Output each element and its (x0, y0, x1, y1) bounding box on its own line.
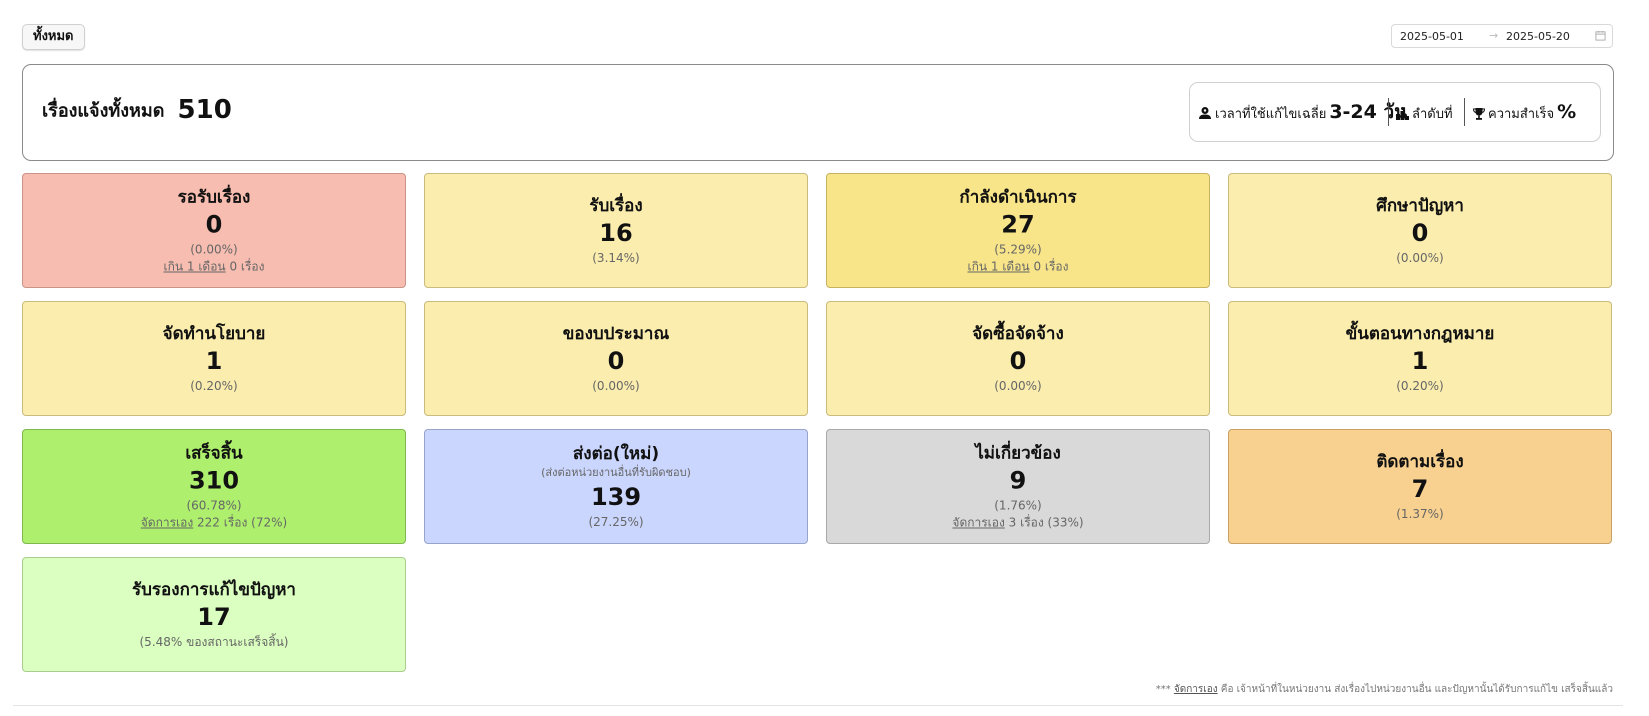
date-to-input[interactable]: 2025-05-20 (1506, 30, 1570, 43)
arrow-right-icon: → (1489, 29, 1499, 42)
overdue-link[interactable]: เกิน 1 เดือน (163, 259, 225, 273)
total-value: 510 (177, 95, 232, 125)
self-handled-count: 3 เรื่อง (33%) (1004, 515, 1084, 529)
card-percent: (5.48% ของสถานะเสร็จสิ้น) (139, 634, 289, 649)
card-value: 27 (1001, 210, 1035, 238)
card-value: 17 (197, 602, 231, 631)
card-title: กำลังดำเนินการ (959, 187, 1077, 207)
status-card-procurement[interactable]: จัดซื้อจัดจ้าง 0 (0.00%) (826, 301, 1210, 416)
avg-time-label: เวลาที่ใช้แก้ไขเฉลี่ย (1215, 107, 1327, 122)
success-stat: ความสำเร็จ% (1472, 101, 1577, 125)
card-percent: (3.14%) (592, 250, 640, 265)
filter-bar: ทั้งหมด 2025-05-01 → 2025-05-20 (22, 24, 1613, 50)
footnote-prefix: *** (1155, 684, 1174, 695)
status-card-follow-up[interactable]: ติดตามเรื่อง 7 (1.37%) (1228, 429, 1612, 544)
card-value: 16 (599, 218, 633, 247)
self-handled-link[interactable]: จัดการเอง (141, 515, 193, 529)
card-percent: (5.29%) (994, 242, 1042, 256)
total-complaints: เรื่องแจ้งทั้งหมด 510 (42, 95, 232, 125)
card-title: รอรับเรื่อง (177, 187, 251, 207)
summary-panel: เรื่องแจ้งทั้งหมด 510 เวลาที่ใช้แก้ไขเฉล… (22, 64, 1614, 161)
total-label: เรื่องแจ้งทั้งหมด (42, 100, 165, 122)
overdue-count: 0 เรื่อง (1029, 259, 1069, 273)
success-label: ความสำเร็จ (1488, 107, 1555, 122)
card-title: รับรองการแก้ไขปัญหา (132, 579, 296, 600)
status-card-completed[interactable]: เสร็จสิ้น 310 (60.78%) จัดการเอง 222 เรื… (22, 429, 406, 544)
status-card-study[interactable]: ศึกษาปัญหา 0 (0.00%) (1228, 173, 1612, 288)
card-value: 0 (1009, 346, 1027, 375)
card-value: 0 (205, 210, 223, 238)
card-percent: (27.25%) (588, 514, 644, 529)
card-title: รับเรื่อง (589, 195, 643, 216)
self-handled-count: 222 เรื่อง (72%) (193, 515, 288, 529)
rank-label: ลำดับที่ (1412, 107, 1453, 122)
self-handled-link[interactable]: จัดการเอง (952, 515, 1004, 529)
success-value: % (1557, 101, 1577, 123)
card-title: ของบประมาณ (562, 323, 670, 344)
card-title: จัดซื้อจัดจ้าง (972, 323, 1064, 344)
card-subtitle: (ส่งต่อหน่วยงานอื่นที่รับผิดชอบ) (541, 465, 691, 479)
card-value: 9 (1009, 466, 1027, 494)
card-title: ศึกษาปัญหา (1376, 195, 1464, 216)
status-card-budget[interactable]: ของบประมาณ 0 (0.00%) (424, 301, 808, 416)
card-title: จัดทำนโยบาย (162, 323, 266, 344)
status-card-certified[interactable]: รับรองการแก้ไขปัญหา 17 (5.48% ของสถานะเส… (22, 557, 406, 672)
card-extra: จัดการเอง 3 เรื่อง (33%) (827, 514, 1209, 531)
card-value: 1 (205, 346, 223, 375)
calendar-icon (1595, 30, 1606, 41)
status-card-waiting[interactable]: รอรับเรื่อง 0 (0.00%) เกิน 1 เดือน 0 เรื… (22, 173, 406, 288)
overdue-link[interactable]: เกิน 1 เดือน (967, 259, 1029, 273)
card-percent: (0.20%) (190, 378, 238, 393)
status-card-policy[interactable]: จัดทำนโยบาย 1 (0.20%) (22, 301, 406, 416)
card-percent: (0.00%) (190, 242, 238, 256)
trophy-icon (1472, 108, 1486, 120)
card-extra: เกิน 1 เดือน 0 เรื่อง (827, 258, 1209, 275)
card-extra: จัดการเอง 222 เรื่อง (72%) (23, 514, 405, 531)
card-title: ติดตามเรื่อง (1376, 451, 1464, 472)
card-percent: (0.20%) (1396, 378, 1444, 393)
ranking-icon (1396, 107, 1409, 120)
all-filter-button[interactable]: ทั้งหมด (22, 24, 85, 50)
card-percent: (1.37%) (1396, 506, 1444, 521)
card-extra: เกิน 1 เดือน 0 เรื่อง (23, 258, 405, 275)
card-percent: (0.00%) (1396, 250, 1444, 265)
card-value: 7 (1411, 474, 1429, 503)
status-card-received[interactable]: รับเรื่อง 16 (3.14%) (424, 173, 808, 288)
status-card-legal[interactable]: ขั้นตอนทางกฎหมาย 1 (0.20%) (1228, 301, 1612, 416)
card-percent: (60.78%) (186, 498, 242, 512)
card-title: ขั้นตอนทางกฎหมาย (1345, 323, 1495, 344)
rank-stat: ลำดับที่ (1396, 102, 1456, 125)
divider (1464, 98, 1465, 126)
kpi-box: เวลาที่ใช้แก้ไขเฉลี่ย 3-24 วัน ลำดับที่ ค… (1189, 82, 1601, 142)
user-clock-icon (1199, 107, 1211, 119)
overdue-count: 0 เรื่อง (225, 259, 265, 273)
avg-time-stat: เวลาที่ใช้แก้ไขเฉลี่ย 3-24 วัน (1198, 102, 1407, 125)
card-title: เสร็จสิ้น (185, 443, 243, 463)
card-value: 0 (607, 346, 625, 375)
card-value: 310 (188, 466, 240, 494)
card-value: 139 (590, 482, 642, 511)
divider (1388, 98, 1389, 126)
card-percent: (0.00%) (994, 378, 1042, 393)
status-card-irrelevant[interactable]: ไม่เกี่ยวข้อง 9 (1.76%) จัดการเอง 3 เรื่… (826, 429, 1210, 544)
card-value: 0 (1411, 218, 1429, 247)
card-value: 1 (1411, 346, 1429, 375)
card-title: ไม่เกี่ยวข้อง (975, 443, 1061, 463)
footnote-link[interactable]: จัดการเอง (1174, 684, 1218, 695)
card-percent: (1.76%) (994, 498, 1042, 512)
status-card-in-progress[interactable]: กำลังดำเนินการ 27 (5.29%) เกิน 1 เดือน 0… (826, 173, 1210, 288)
footnote: *** จัดการเอง คือ เจ้าหน้าที่ในหน่วยงาน … (1156, 682, 1613, 697)
date-from-input[interactable]: 2025-05-01 (1400, 30, 1464, 43)
footnote-text: คือ เจ้าหน้าที่ในหน่วยงาน ส่งเรื่องไปหน่… (1217, 684, 1613, 695)
status-card-forwarded[interactable]: ส่งต่อ(ใหม่) (ส่งต่อหน่วยงานอื่นที่รับผิ… (424, 429, 808, 544)
date-range-picker[interactable]: 2025-05-01 → 2025-05-20 (1391, 24, 1613, 48)
card-title: ส่งต่อ(ใหม่) (572, 443, 660, 464)
card-percent: (0.00%) (592, 378, 640, 393)
divider (13, 705, 1623, 706)
